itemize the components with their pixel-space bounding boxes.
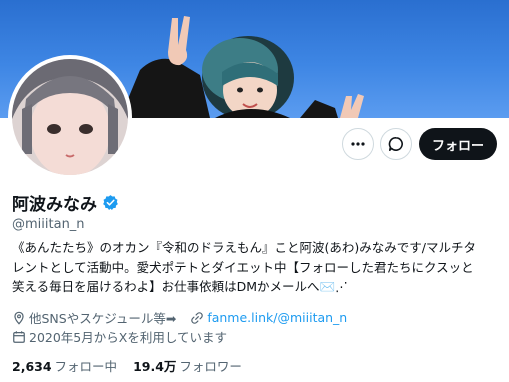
link-icon: [191, 311, 204, 324]
user-handle: @miiitan_n: [12, 217, 85, 232]
followers-count: 19.4万: [133, 359, 177, 374]
followers-label: フォロワー: [179, 359, 242, 374]
more-icon: [351, 142, 365, 146]
calendar-icon: [13, 330, 25, 343]
location-icon: [14, 311, 24, 325]
message-icon: [388, 137, 403, 151]
join-date: 2020年5月からXを利用しています: [29, 330, 227, 345]
website-link[interactable]: fanme.link/@miiitan_n: [207, 310, 347, 325]
other-sns-label: 他SNSやスケジュール等➡: [29, 311, 177, 326]
bio-line: レントとして活動中。愛犬ポテトとダイエット中【フォローした君たちにクスッと: [12, 259, 474, 275]
following-count: 2,634: [12, 359, 52, 374]
profile-meta-row: 他SNSやスケジュール等➡ fanme.link/@miiitan_n: [12, 308, 347, 327]
avatar[interactable]: [8, 55, 132, 179]
profile-name-row: 阿波みなみ: [12, 190, 119, 215]
verified-badge-icon[interactable]: [102, 194, 119, 211]
bio-line: 《あんたたち》のオカン『令和のドラえもん』こと阿波(あわ)みなみです/マルチタ: [12, 240, 476, 255]
bio-line: 笑える毎日を届けるわよ】お仕事依頼はDMかメールへ✉️⋰: [12, 279, 348, 294]
display-name: 阿波みなみ: [12, 195, 97, 215]
more-button[interactable]: [342, 128, 374, 160]
followers-link[interactable]: 19.4万 フォロワー: [133, 356, 242, 375]
following-link[interactable]: 2,634 フォロー中: [12, 356, 117, 375]
follow-counts: 2,634 フォロー中 19.4万 フォロワー: [12, 356, 242, 375]
avatar-photo: [12, 59, 128, 175]
following-label: フォロー中: [54, 359, 118, 374]
follow-button[interactable]: フォロー: [419, 128, 497, 160]
join-date-row: 2020年5月からXを利用しています: [12, 327, 227, 346]
message-button[interactable]: [380, 128, 412, 160]
bio: 《あんたたち》のオカン『令和のドラえもん』こと阿波(あわ)みなみです/マルチタ …: [12, 238, 498, 297]
